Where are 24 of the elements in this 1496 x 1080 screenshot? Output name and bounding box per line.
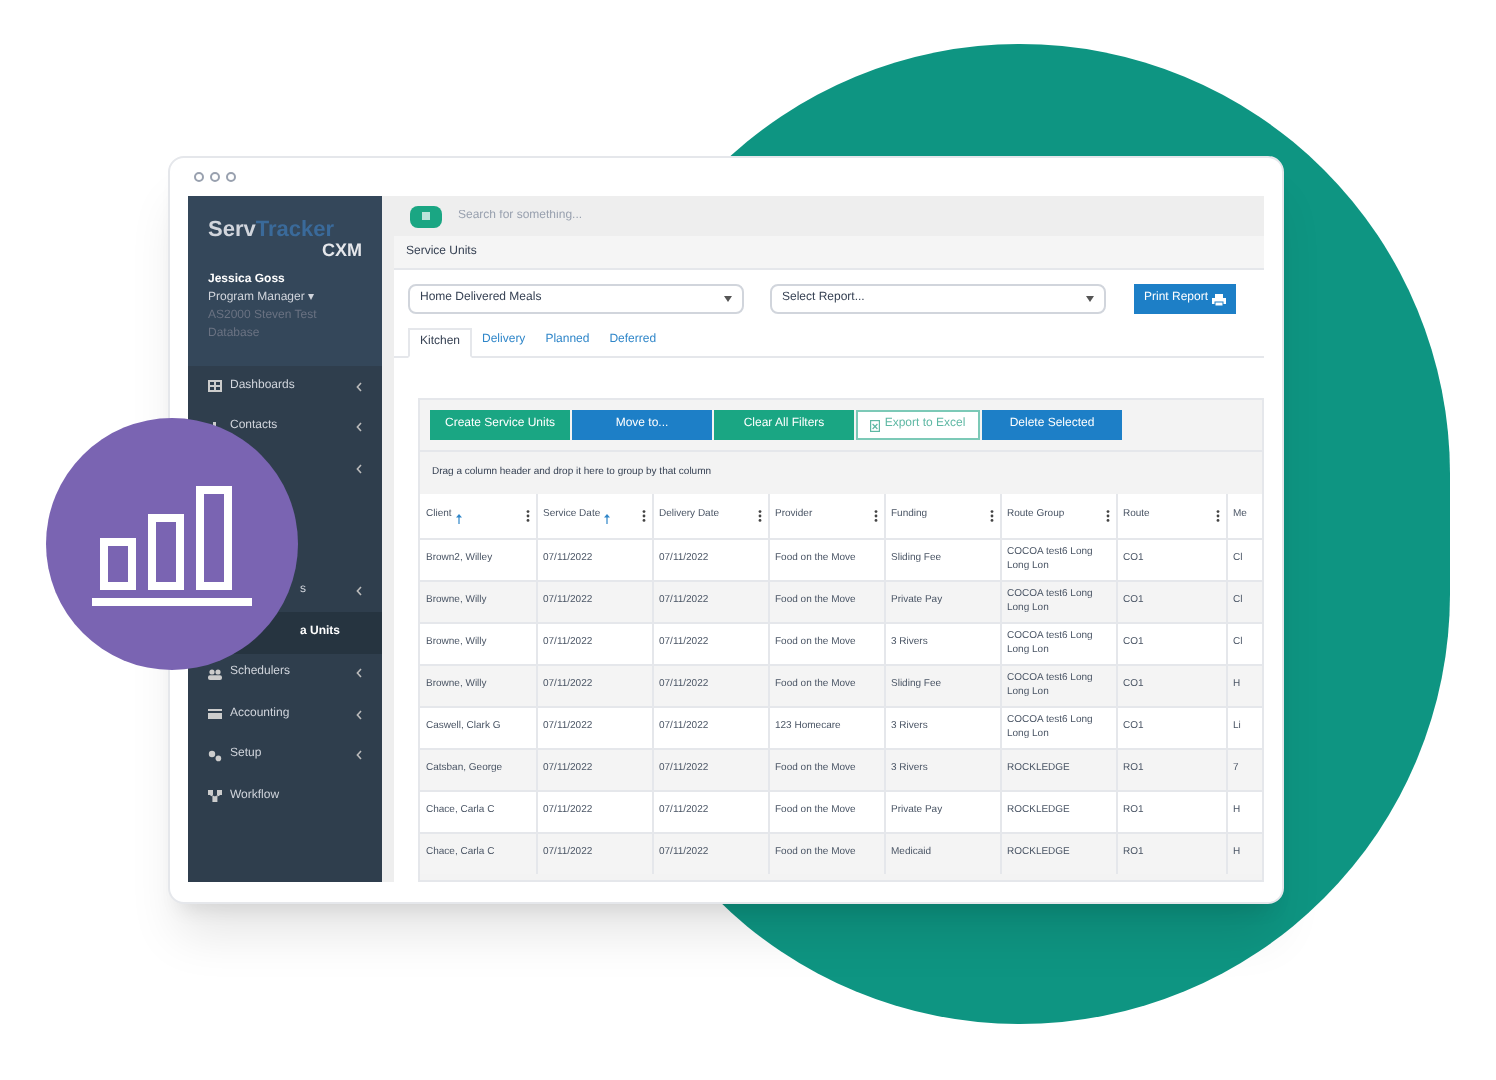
chevron-left-icon	[356, 381, 362, 392]
grid-icon	[208, 380, 222, 393]
square-icon	[422, 212, 430, 220]
gears-icon	[208, 749, 222, 762]
people-icon	[208, 667, 222, 680]
logo-subtext: CXM	[322, 242, 362, 260]
chevron-left-icon	[356, 463, 362, 474]
chevron-left-icon	[356, 750, 362, 761]
chevron-left-icon	[356, 586, 362, 597]
chevron-left-icon	[356, 422, 362, 433]
sort-ascending-icon	[455, 513, 462, 523]
workflow-icon	[208, 790, 222, 803]
logo-text: Tracker	[255, 220, 335, 242]
logo-text: Serv	[208, 220, 256, 242]
menu-toggle-button[interactable]	[410, 205, 442, 227]
chevron-left-icon	[356, 668, 362, 679]
card-icon	[208, 708, 222, 721]
chevron-left-icon	[356, 709, 362, 720]
dropdown-arrow-icon	[724, 296, 732, 302]
sort-ascending-icon	[604, 513, 611, 523]
dropdown-arrow-icon	[1086, 296, 1094, 302]
bar-chart-icon	[92, 482, 252, 606]
printer-icon	[1212, 293, 1227, 305]
spreadsheet-icon	[870, 419, 881, 431]
